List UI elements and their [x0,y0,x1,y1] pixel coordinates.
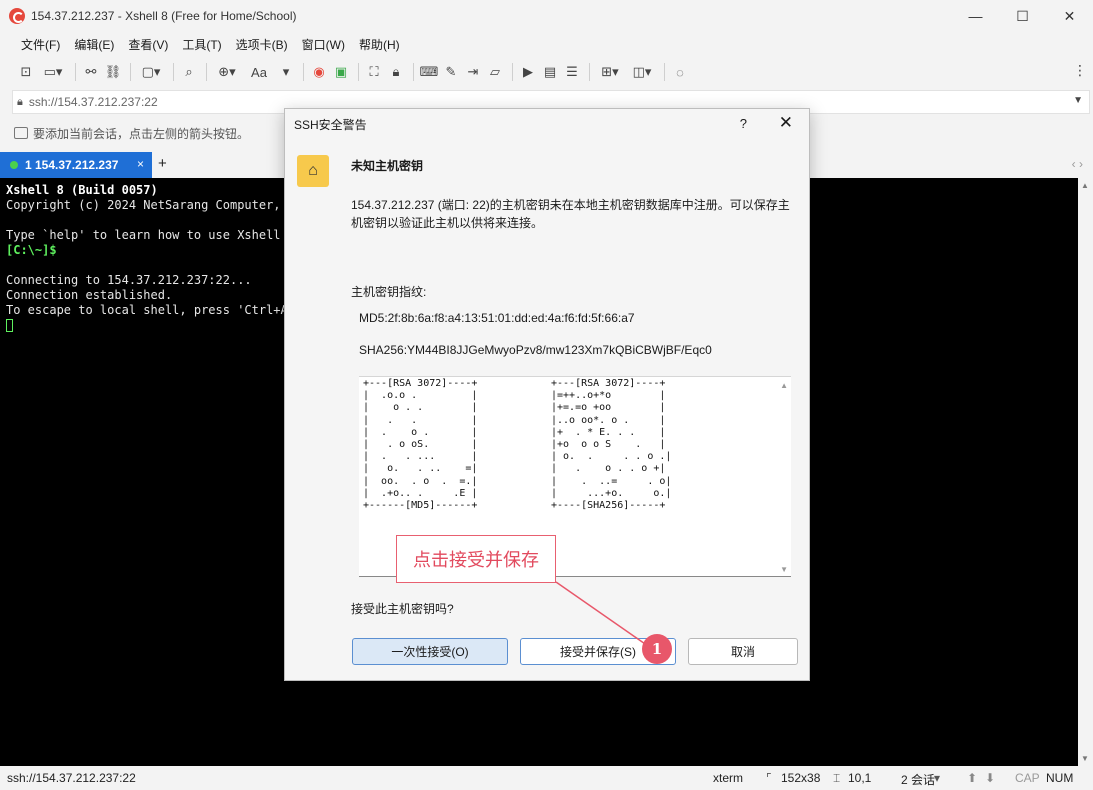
dialog-heading: 未知主机密钥 [351,159,424,173]
toolbar-divider [75,63,76,81]
scroll-up-icon[interactable]: ▲ [1081,181,1089,190]
font-button[interactable]: Aa [244,62,274,82]
layout-icon[interactable]: ◫▾ [627,62,657,82]
randomart-sha256: +---[RSA 3072]----+ |=++..o+*o | |+=.=o … [551,378,672,512]
arrow-up-icon[interactable]: ⬆ [967,771,977,785]
menu-bar: 文件(F) 编辑(E) 查看(V) 工具(T) 选项卡(B) 窗口(W) 帮助(… [0,32,1093,56]
lock-icon[interactable]: 🔒︎ [386,62,406,82]
search-icon[interactable]: ⌕ [179,62,199,82]
menu-tabs[interactable]: 选项卡(B) [229,36,295,53]
scroll-up-icon[interactable]: ▲ [780,381,788,390]
dialog-message: 154.37.212.237 (端口: 22)的主机密钥未在本地主机密钥数据库中… [351,198,790,230]
disconnect-icon[interactable]: ⛓ [103,62,123,82]
notes-icon[interactable]: ☰ [562,62,582,82]
toolbar-divider [358,63,359,81]
maximize-button[interactable]: ☐ [999,0,1046,32]
open-session-icon[interactable]: ▭▾ [38,62,68,82]
status-size: 152x38 [781,771,821,785]
status-sessions[interactable]: 2 会话 [901,771,935,788]
host-key-icon: ⌂ [297,155,329,187]
toolbar: ⊡ ▭▾ ⚯ ⛓ ▢▾ ⌕ ⊕▾ Aa ▾ ◉ ▣ ⛶ 🔒︎ ⌨ ✎ ⇥ ▱ ▶… [0,58,1093,86]
dialog-title: SSH安全警告 [294,117,367,132]
menu-view[interactable]: 查看(V) [121,36,175,53]
scroll-down-icon[interactable]: ▼ [1081,754,1089,763]
menu-file[interactable]: 文件(F) [14,36,67,53]
terminal-cursor [6,319,13,332]
ssh-security-dialog: SSH安全警告 ? ✕ ⌂ 未知主机密钥 154.37.212.237 (端口:… [284,108,810,681]
terminal-scrollbar[interactable]: ▲ ▼ [1078,178,1093,766]
toolbar-divider [512,63,513,81]
toolbar-divider [303,63,304,81]
run-icon[interactable]: ▶ [518,62,538,82]
toolbar-divider [173,63,174,81]
menu-edit[interactable]: 编辑(E) [67,36,121,53]
log-icon[interactable]: ▤ [540,62,560,82]
status-numlock: NUM [1046,771,1074,785]
status-terminal-type: xterm [713,771,743,785]
annotation-step-badge: 1 [642,634,672,664]
font-dropdown-icon[interactable]: ▾ [276,62,296,82]
toolbar-divider [413,63,414,81]
tab-nav-arrows[interactable]: ‹ › [1072,157,1083,171]
minimize-button[interactable]: — [952,0,999,32]
chat-icon[interactable]: ◌ [670,62,690,82]
scroll-down-icon[interactable]: ▼ [780,565,788,574]
fingerprint-sha256: SHA256:YM44BI8JJGeMwyoPzv8/mw123Xm7kQBiC… [359,343,712,357]
globe-icon[interactable]: ⊕▾ [212,62,242,82]
dialog-close-button[interactable]: ✕ [779,113,793,133]
add-tab-button[interactable]: + [158,155,167,172]
new-session-icon[interactable]: ⊡ [16,62,36,82]
new-window-icon[interactable]: ▢▾ [136,62,166,82]
session-manager-icon[interactable] [14,127,28,139]
xshell-icon[interactable]: ◉ [309,62,329,82]
transfer-icon[interactable]: ⇥ [463,62,483,82]
toolbar-divider [589,63,590,81]
session-hint: 要添加当前会话，点击左侧的箭头按钮。 [14,122,249,144]
status-cursor-pos: 10,1 [848,771,872,785]
status-bar: ssh://154.37.212.237:22 xterm ⌜ 152x38 ⌶… [0,766,1093,790]
toolbar-divider [130,63,131,81]
fingerprint-label: 主机密钥指纹: [351,285,427,299]
toolbar-divider [664,63,665,81]
menu-tools[interactable]: 工具(T) [175,36,228,53]
menu-window[interactable]: 窗口(W) [295,36,352,53]
status-address: ssh://154.37.212.237:22 [7,771,136,785]
cursor-position-icon: ⌶ [833,771,841,785]
connect-icon[interactable]: ⚯ [81,62,101,82]
close-tab-icon[interactable]: × [137,157,144,171]
address-input[interactable]: ssh://154.37.212.237:22 [29,95,158,109]
fullscreen-icon[interactable]: ⛶ [364,62,384,82]
tab-session[interactable]: 1 154.37.212.237 × [0,152,152,178]
menu-help[interactable]: 帮助(H) [352,36,407,53]
connected-status-icon [10,161,18,169]
terminal-size-icon: ⌜ [766,771,772,785]
annotation-callout: 点击接受并保存 [396,535,556,583]
fingerprint-md5: MD5:2f:8b:6a:f8:a4:13:51:01:dd:ed:4a:f6:… [359,311,635,325]
accept-once-button[interactable]: 一次性接受(O) [352,638,508,665]
compose-icon[interactable]: ✎ [441,62,461,82]
accept-question: 接受此主机密钥吗? [351,602,454,616]
hint-text: 要添加当前会话，点击左侧的箭头按钮。 [33,126,250,141]
tab-label: 1 154.37.212.237 [25,158,119,172]
window-controls: — ☐ ✕ [952,0,1093,32]
chevron-down-icon[interactable]: ▾ [934,771,940,785]
window-title: 154.37.212.237 - Xshell 8 (Free for Home… [31,9,297,23]
help-button[interactable]: ? [740,116,747,131]
close-window-button[interactable]: ✕ [1046,0,1093,32]
xshell-logo-icon [9,8,25,24]
add-panel-icon[interactable]: ⊞▾ [595,62,625,82]
title-bar: 154.37.212.237 - Xshell 8 (Free for Home… [0,0,1093,32]
keyboard-icon[interactable]: ⌨ [419,62,439,82]
xftp-icon[interactable]: ▣ [331,62,351,82]
randomart-md5: +---[RSA 3072]----+ | .o.o . | | o . . |… [363,378,478,512]
arrow-down-icon[interactable]: ⬇ [985,771,995,785]
cancel-button[interactable]: 取消 [688,638,798,665]
more-options-icon[interactable]: ⋮ [1073,62,1087,79]
chevron-down-icon[interactable]: ▼ [1073,95,1083,106]
toolbar-divider [206,63,207,81]
script-icon[interactable]: ▱ [485,62,505,82]
lock-icon: 🔒︎ [17,95,23,108]
status-caps: CAP [1015,771,1040,785]
